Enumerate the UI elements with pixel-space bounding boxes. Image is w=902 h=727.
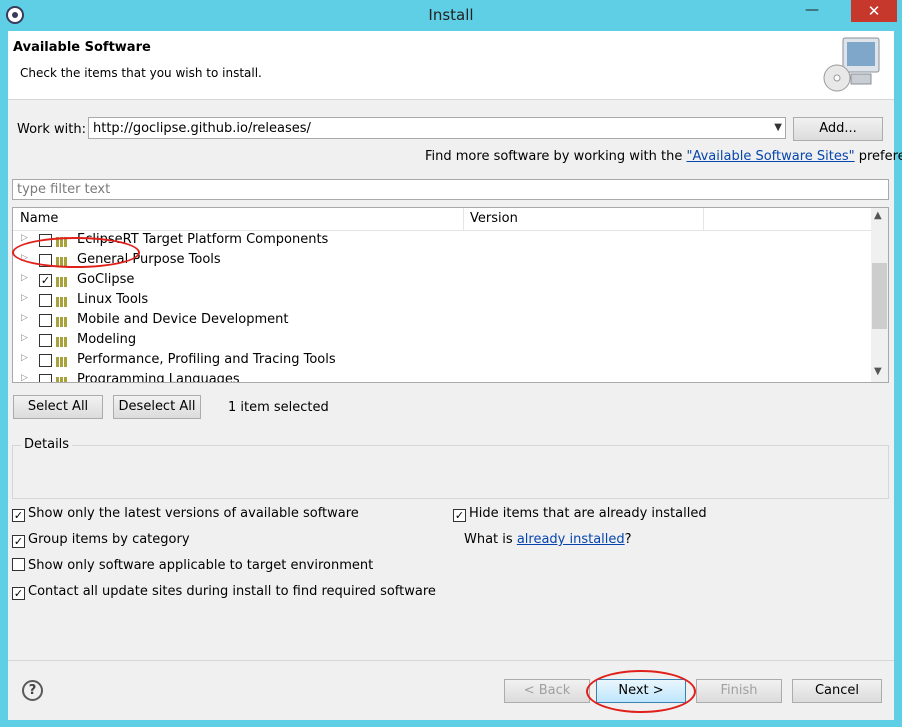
- tree-row-label: Modeling: [77, 332, 137, 347]
- help-icon[interactable]: ?: [22, 680, 43, 701]
- contact-sites-label: Contact all update sites during install …: [28, 584, 436, 599]
- title-bar: Install — ✕: [0, 0, 902, 31]
- column-version[interactable]: Version: [470, 211, 518, 226]
- goclipse-checkbox[interactable]: ✓: [39, 274, 52, 287]
- group-by-category-checkbox[interactable]: ✓: [12, 535, 25, 548]
- tree-row[interactable]: ▷ EclipseRT Target Platform Components: [13, 231, 871, 251]
- scroll-down-icon[interactable]: ▼: [874, 366, 882, 377]
- dialog-header: Available Software Check the items that …: [8, 31, 894, 100]
- tree-row-label: Mobile and Device Development: [77, 312, 289, 327]
- annotation-circle-goclipse: [12, 237, 140, 268]
- filter-input[interactable]: type filter text: [12, 179, 889, 200]
- deselect-all-button[interactable]: Deselect All: [113, 395, 201, 419]
- tree-row-label: Linux Tools: [77, 292, 149, 307]
- column-name[interactable]: Name: [20, 211, 58, 226]
- cancel-button[interactable]: Cancel: [792, 679, 882, 703]
- page-title: Available Software: [13, 40, 151, 55]
- option-group-by-category[interactable]: ✓ Group items by category: [12, 532, 190, 548]
- tree-row-goclipse[interactable]: ▷ ✓ GoClipse: [13, 271, 871, 291]
- option-latest-versions[interactable]: ✓ Show only the latest versions of availa…: [12, 506, 359, 522]
- find-more-text: Find more software by working with the "…: [425, 149, 902, 164]
- tree-scrollbar[interactable]: ▲ ▼: [871, 208, 888, 382]
- install-wizard-icon: [823, 37, 880, 92]
- hide-installed-label: Hide items that are already installed: [469, 506, 707, 521]
- contact-sites-checkbox[interactable]: ✓: [12, 587, 25, 600]
- latest-versions-label: Show only the latest versions of availab…: [28, 506, 359, 521]
- selection-status: 1 item selected: [228, 400, 329, 415]
- install-dialog: Available Software Check the items that …: [8, 31, 902, 720]
- close-button[interactable]: ✕: [851, 0, 897, 22]
- annotation-circle-next: [586, 670, 696, 713]
- tree-row[interactable]: ▷ General Purpose Tools: [13, 251, 871, 271]
- tree-row[interactable]: ▷ Modeling: [13, 331, 871, 351]
- option-contact-sites[interactable]: ✓ Contact all update sites during install…: [12, 584, 436, 600]
- category-icon: [56, 356, 70, 367]
- option-hide-installed[interactable]: ✓ Hide items that are already installed: [453, 506, 707, 522]
- work-with-combo[interactable]: http://goclipse.github.io/releases/ ▼: [88, 117, 786, 139]
- what-is-installed-text: What is already installed?: [464, 532, 632, 547]
- find-more-prefix: Find more software by working with the: [425, 149, 687, 164]
- find-more-suffix: preferences.: [858, 149, 902, 164]
- tree-checkbox[interactable]: [39, 334, 52, 347]
- group-by-category-label: Group items by category: [28, 532, 190, 547]
- already-installed-link[interactable]: already installed: [517, 532, 625, 547]
- chevron-down-icon[interactable]: ▼: [774, 122, 782, 133]
- tree-row-label: Performance, Profiling and Tracing Tools: [77, 352, 336, 367]
- expand-arrow-icon[interactable]: ▷: [21, 353, 28, 363]
- work-with-value: http://goclipse.github.io/releases/: [93, 121, 311, 136]
- tree-row[interactable]: ▷ Mobile and Device Development: [13, 311, 871, 331]
- tree-row[interactable]: ▷ Programming Languages: [13, 371, 871, 383]
- expand-arrow-icon[interactable]: ▷: [21, 373, 28, 382]
- tree-header: Name Version: [13, 208, 871, 231]
- page-subtitle: Check the items that you wish to install…: [20, 66, 262, 80]
- category-icon: [56, 376, 70, 382]
- expand-arrow-icon[interactable]: ▷: [21, 333, 28, 343]
- tree-checkbox[interactable]: [39, 294, 52, 307]
- latest-versions-checkbox[interactable]: ✓: [12, 509, 25, 522]
- finish-button[interactable]: Finish: [696, 679, 782, 703]
- category-icon: [56, 276, 70, 287]
- tree-row[interactable]: ▷ Performance, Profiling and Tracing Too…: [13, 351, 871, 371]
- category-icon: [56, 316, 70, 327]
- tree-row-label: Programming Languages: [77, 372, 240, 383]
- work-with-label: Work with:: [17, 122, 87, 137]
- window-title: Install: [428, 6, 474, 24]
- what-is-prefix: What is: [464, 532, 517, 547]
- minimize-button[interactable]: —: [800, 3, 824, 21]
- expand-arrow-icon[interactable]: ▷: [21, 313, 28, 323]
- add-button[interactable]: Add...: [793, 117, 883, 141]
- scroll-thumb[interactable]: [872, 263, 887, 329]
- category-icon: [56, 296, 70, 307]
- category-icon: [56, 336, 70, 347]
- scroll-up-icon[interactable]: ▲: [874, 210, 882, 221]
- option-applicable-only[interactable]: Show only software applicable to target …: [12, 558, 373, 573]
- tree-row[interactable]: ▷ Linux Tools: [13, 291, 871, 311]
- select-all-button[interactable]: Select All: [13, 395, 103, 419]
- tree-checkbox[interactable]: [39, 374, 52, 382]
- details-label: Details: [21, 437, 73, 452]
- applicable-only-checkbox[interactable]: [12, 558, 25, 571]
- expand-arrow-icon[interactable]: ▷: [21, 273, 28, 283]
- back-button[interactable]: < Back: [504, 679, 590, 703]
- column-separator: [463, 208, 464, 230]
- hide-installed-checkbox[interactable]: ✓: [453, 509, 466, 522]
- what-is-suffix: ?: [624, 532, 632, 547]
- footer-separator: [8, 660, 894, 661]
- available-sites-link[interactable]: "Available Software Sites": [687, 149, 855, 164]
- software-tree: Name Version ▷ EclipseRT Target Platform…: [12, 207, 889, 383]
- tree-checkbox[interactable]: [39, 354, 52, 367]
- tree-row-label: GoClipse: [77, 272, 135, 287]
- tree-checkbox[interactable]: [39, 314, 52, 327]
- details-group: Details: [12, 437, 889, 499]
- applicable-only-label: Show only software applicable to target …: [28, 558, 374, 573]
- expand-arrow-icon[interactable]: ▷: [21, 293, 28, 303]
- column-separator: [703, 208, 704, 230]
